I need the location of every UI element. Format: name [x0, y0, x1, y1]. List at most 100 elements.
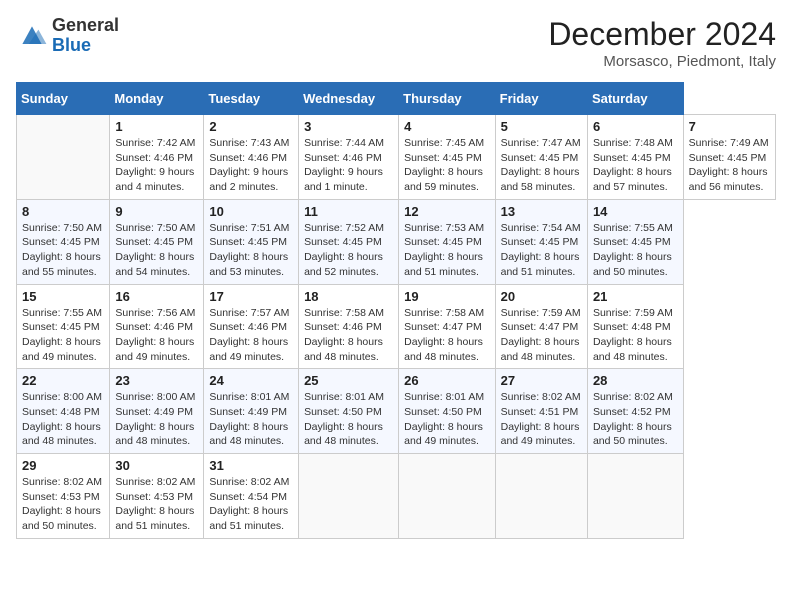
day-header-friday: Friday — [495, 83, 587, 115]
day-info: Sunrise: 7:50 AM Sunset: 4:45 PM Dayligh… — [22, 221, 104, 280]
day-number: 24 — [209, 373, 293, 388]
day-header-tuesday: Tuesday — [204, 83, 299, 115]
day-info: Sunrise: 7:58 AM Sunset: 4:46 PM Dayligh… — [304, 306, 393, 365]
day-info: Sunrise: 7:59 AM Sunset: 4:48 PM Dayligh… — [593, 306, 678, 365]
location: Morsasco, Piedmont, Italy — [548, 53, 776, 70]
day-info: Sunrise: 7:50 AM Sunset: 4:45 PM Dayligh… — [115, 221, 198, 280]
calendar-week-row: 29 Sunrise: 8:02 AM Sunset: 4:53 PM Dayli… — [17, 454, 776, 539]
day-info: Sunrise: 7:42 AM Sunset: 4:46 PM Dayligh… — [115, 136, 198, 195]
day-info: Sunrise: 7:45 AM Sunset: 4:45 PM Dayligh… — [404, 136, 489, 195]
day-info: Sunrise: 7:58 AM Sunset: 4:47 PM Dayligh… — [404, 306, 489, 365]
calendar-cell: 12Sunrise: 7:53 AM Sunset: 4:45 PM Dayli… — [399, 199, 495, 284]
calendar-cell — [587, 454, 683, 539]
calendar-cell: 18 Sunrise: 7:58 AM Sunset: 4:46 PM Dayli… — [299, 284, 399, 369]
calendar-week-row: 22 Sunrise: 8:00 AM Sunset: 4:48 PM Dayli… — [17, 369, 776, 454]
calendar-cell: 24Sunrise: 8:01 AM Sunset: 4:49 PM Dayli… — [204, 369, 299, 454]
day-info: Sunrise: 8:02 AM Sunset: 4:53 PM Dayligh… — [22, 475, 104, 534]
day-header-wednesday: Wednesday — [299, 83, 399, 115]
day-number: 1 — [115, 119, 198, 134]
day-number: 28 — [593, 373, 678, 388]
day-number: 26 — [404, 373, 489, 388]
calendar-header-row: SundayMondayTuesdayWednesdayThursdayFrid… — [17, 83, 776, 115]
logo-icon — [16, 20, 48, 52]
day-info: Sunrise: 8:01 AM Sunset: 4:50 PM Dayligh… — [404, 390, 489, 449]
day-info: Sunrise: 8:00 AM Sunset: 4:49 PM Dayligh… — [115, 390, 198, 449]
day-info: Sunrise: 8:02 AM Sunset: 4:51 PM Dayligh… — [501, 390, 582, 449]
day-header-saturday: Saturday — [587, 83, 683, 115]
day-number: 18 — [304, 289, 393, 304]
calendar-cell: 27 Sunrise: 8:02 AM Sunset: 4:51 PM Dayli… — [495, 369, 587, 454]
day-number: 11 — [304, 204, 393, 219]
day-info: Sunrise: 8:02 AM Sunset: 4:53 PM Dayligh… — [115, 475, 198, 534]
calendar-cell — [17, 115, 110, 200]
calendar-cell: 19 Sunrise: 7:58 AM Sunset: 4:47 PM Dayli… — [399, 284, 495, 369]
calendar-cell: 29 Sunrise: 8:02 AM Sunset: 4:53 PM Dayli… — [17, 454, 110, 539]
calendar-cell — [299, 454, 399, 539]
calendar-cell: 26 Sunrise: 8:01 AM Sunset: 4:50 PM Dayli… — [399, 369, 495, 454]
day-number: 2 — [209, 119, 293, 134]
day-header-sunday: Sunday — [17, 83, 110, 115]
day-number: 16 — [115, 289, 198, 304]
calendar-cell: 25 Sunrise: 8:01 AM Sunset: 4:50 PM Dayli… — [299, 369, 399, 454]
page-header: General Blue December 2024 Morsasco, Pie… — [16, 16, 776, 70]
calendar-cell: 7Sunrise: 7:49 AM Sunset: 4:45 PM Daylig… — [683, 115, 775, 200]
day-number: 9 — [115, 204, 198, 219]
calendar-week-row: 1 Sunrise: 7:42 AM Sunset: 4:46 PM Daylig… — [17, 115, 776, 200]
calendar-cell: 28 Sunrise: 8:02 AM Sunset: 4:52 PM Dayli… — [587, 369, 683, 454]
day-info: Sunrise: 7:57 AM Sunset: 4:46 PM Dayligh… — [209, 306, 293, 365]
day-info: Sunrise: 7:53 AM Sunset: 4:45 PM Dayligh… — [404, 221, 489, 280]
day-header-monday: Monday — [110, 83, 204, 115]
calendar-cell: 13 Sunrise: 7:54 AM Sunset: 4:45 PM Dayli… — [495, 199, 587, 284]
day-number: 31 — [209, 458, 293, 473]
calendar-cell: 10Sunrise: 7:51 AM Sunset: 4:45 PM Dayli… — [204, 199, 299, 284]
day-info: Sunrise: 7:54 AM Sunset: 4:45 PM Dayligh… — [501, 221, 582, 280]
day-number: 4 — [404, 119, 489, 134]
calendar-cell: 15 Sunrise: 7:55 AM Sunset: 4:45 PM Dayli… — [17, 284, 110, 369]
day-info: Sunrise: 7:48 AM Sunset: 4:45 PM Dayligh… — [593, 136, 678, 195]
day-number: 25 — [304, 373, 393, 388]
month-title: December 2024 — [548, 16, 776, 53]
day-number: 15 — [22, 289, 104, 304]
calendar-cell: 4 Sunrise: 7:45 AM Sunset: 4:45 PM Daylig… — [399, 115, 495, 200]
day-number: 20 — [501, 289, 582, 304]
day-info: Sunrise: 8:02 AM Sunset: 4:54 PM Dayligh… — [209, 475, 293, 534]
day-number: 27 — [501, 373, 582, 388]
day-info: Sunrise: 8:02 AM Sunset: 4:52 PM Dayligh… — [593, 390, 678, 449]
day-info: Sunrise: 7:55 AM Sunset: 4:45 PM Dayligh… — [22, 306, 104, 365]
calendar-cell: 22 Sunrise: 8:00 AM Sunset: 4:48 PM Dayli… — [17, 369, 110, 454]
day-number: 19 — [404, 289, 489, 304]
day-number: 13 — [501, 204, 582, 219]
day-info: Sunrise: 7:59 AM Sunset: 4:47 PM Dayligh… — [501, 306, 582, 365]
logo-text: General Blue — [52, 16, 119, 56]
day-info: Sunrise: 7:52 AM Sunset: 4:45 PM Dayligh… — [304, 221, 393, 280]
calendar-cell: 31 Sunrise: 8:02 AM Sunset: 4:54 PM Dayli… — [204, 454, 299, 539]
title-block: December 2024 Morsasco, Piedmont, Italy — [548, 16, 776, 70]
calendar-cell: 14Sunrise: 7:55 AM Sunset: 4:45 PM Dayli… — [587, 199, 683, 284]
calendar-cell: 1 Sunrise: 7:42 AM Sunset: 4:46 PM Daylig… — [110, 115, 204, 200]
day-info: Sunrise: 8:00 AM Sunset: 4:48 PM Dayligh… — [22, 390, 104, 449]
calendar-week-row: 8Sunrise: 7:50 AM Sunset: 4:45 PM Daylig… — [17, 199, 776, 284]
calendar-cell: 23 Sunrise: 8:00 AM Sunset: 4:49 PM Dayli… — [110, 369, 204, 454]
calendar-cell: 2Sunrise: 7:43 AM Sunset: 4:46 PM Daylig… — [204, 115, 299, 200]
calendar-cell: 9 Sunrise: 7:50 AM Sunset: 4:45 PM Daylig… — [110, 199, 204, 284]
day-number: 6 — [593, 119, 678, 134]
calendar-cell: 8Sunrise: 7:50 AM Sunset: 4:45 PM Daylig… — [17, 199, 110, 284]
calendar-cell: 30Sunrise: 8:02 AM Sunset: 4:53 PM Dayli… — [110, 454, 204, 539]
day-number: 29 — [22, 458, 104, 473]
day-number: 23 — [115, 373, 198, 388]
logo: General Blue — [16, 16, 119, 56]
day-number: 3 — [304, 119, 393, 134]
calendar-cell: 17Sunrise: 7:57 AM Sunset: 4:46 PM Dayli… — [204, 284, 299, 369]
day-info: Sunrise: 7:55 AM Sunset: 4:45 PM Dayligh… — [593, 221, 678, 280]
day-number: 10 — [209, 204, 293, 219]
day-info: Sunrise: 7:56 AM Sunset: 4:46 PM Dayligh… — [115, 306, 198, 365]
day-header-thursday: Thursday — [399, 83, 495, 115]
day-info: Sunrise: 7:44 AM Sunset: 4:46 PM Dayligh… — [304, 136, 393, 195]
day-number: 21 — [593, 289, 678, 304]
day-number: 22 — [22, 373, 104, 388]
calendar-cell: 16 Sunrise: 7:56 AM Sunset: 4:46 PM Dayli… — [110, 284, 204, 369]
day-info: Sunrise: 7:47 AM Sunset: 4:45 PM Dayligh… — [501, 136, 582, 195]
calendar-cell: 3 Sunrise: 7:44 AM Sunset: 4:46 PM Daylig… — [299, 115, 399, 200]
day-info: Sunrise: 8:01 AM Sunset: 4:50 PM Dayligh… — [304, 390, 393, 449]
calendar-week-row: 15 Sunrise: 7:55 AM Sunset: 4:45 PM Dayli… — [17, 284, 776, 369]
